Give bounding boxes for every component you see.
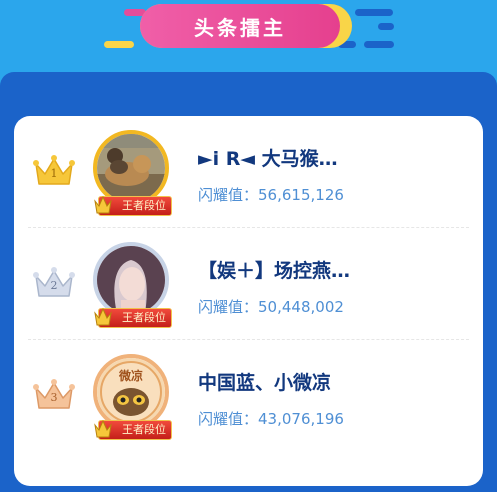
player-name[interactable]: 中国蓝、小微凉 <box>198 368 468 395</box>
rank-number: 1 <box>50 167 58 180</box>
rank-badge: 王者段位 <box>94 419 172 440</box>
decor-stripe <box>104 41 134 48</box>
rank-badge-label: 王者段位 <box>122 423 166 436</box>
score-label: 闪耀值： <box>198 298 259 316</box>
crown-bronze-icon: 3 <box>32 378 76 412</box>
score-value: 56,615,126 <box>258 186 344 204</box>
title-banner: 头条擂主 <box>140 4 352 48</box>
rank-crown-icon <box>94 419 112 438</box>
rank-crown-icon <box>94 195 112 214</box>
rank-badge: 王者段位 <box>94 195 172 216</box>
crown-silver-icon: 2 <box>32 266 76 300</box>
score-line: 闪耀值：56,615,126 <box>198 184 468 205</box>
ranking-row-2[interactable]: 2 王者段位 【娱＋】场控燕… 闪耀值：50,448,002 <box>14 228 483 340</box>
score-line: 闪耀值：50,448,002 <box>198 296 468 317</box>
ranking-row-1[interactable]: 1 王者段位 ►i R◄ 大马猴… 闪耀值：56,615,126 <box>14 116 483 228</box>
score-label: 闪耀值： <box>198 410 259 428</box>
crown-gold-icon: 1 <box>32 154 76 188</box>
rank-number: 3 <box>50 391 58 404</box>
decor-stripe <box>355 9 393 16</box>
score-value: 50,448,002 <box>258 298 344 316</box>
rank-number: 2 <box>50 279 58 292</box>
ranking-card: 1 王者段位 ►i R◄ 大马猴… 闪耀值：56,615,126 2 王者段位 … <box>14 116 483 486</box>
score-label: 闪耀值： <box>198 186 259 204</box>
page-title: 头条擂主 <box>140 4 340 48</box>
decor-stripe <box>364 41 394 48</box>
player-name[interactable]: ►i R◄ 大马猴… <box>198 144 468 171</box>
rank-badge: 王者段位 <box>94 307 172 328</box>
score-value: 43,076,196 <box>258 410 344 428</box>
ranking-row-3[interactable]: 3 微凉 王者段位 中国蓝、小微凉 闪耀值：43,076,196 <box>14 340 483 452</box>
rank-badge-label: 王者段位 <box>122 311 166 324</box>
player-name[interactable]: 【娱＋】场控燕… <box>198 256 468 283</box>
score-line: 闪耀值：43,076,196 <box>198 408 468 429</box>
avatar-text: 微凉 <box>118 368 143 383</box>
rank-crown-icon <box>94 307 112 326</box>
decor-stripe <box>378 23 394 30</box>
rank-badge-label: 王者段位 <box>122 199 166 212</box>
